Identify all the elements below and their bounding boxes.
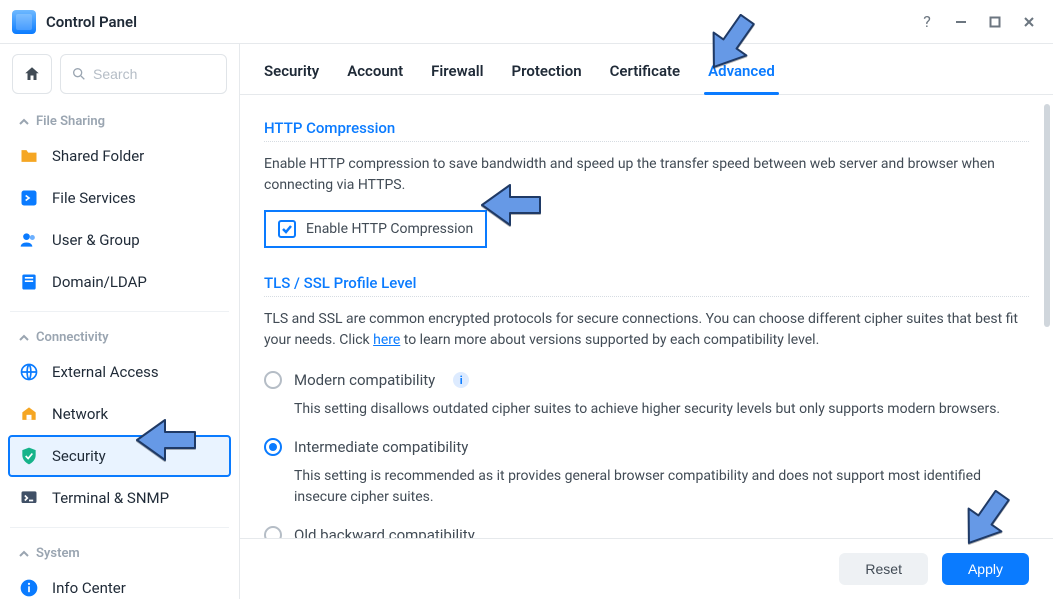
sidebar-item-label: Security — [52, 447, 106, 465]
sidebar-item-domain-ldap[interactable]: Domain/LDAP — [8, 261, 231, 303]
tab-account[interactable]: Account — [347, 62, 403, 94]
radio-intermediate-compatibility[interactable] — [264, 438, 282, 456]
radio-old-compatibility[interactable] — [264, 526, 282, 538]
tab-security[interactable]: Security — [264, 62, 319, 94]
tabs: Security Account Firewall Protection Cer… — [240, 44, 1053, 95]
group-label: File Sharing — [36, 114, 105, 129]
content-scroll[interactable]: HTTP Compression Enable HTTP compression… — [240, 95, 1053, 538]
checkbox-label: Enable HTTP Compression — [306, 221, 473, 237]
reset-button[interactable]: Reset — [839, 553, 928, 585]
network-icon — [18, 403, 40, 425]
search-icon — [71, 66, 87, 82]
sidebar-item-label: Terminal & SNMP — [52, 489, 169, 507]
chevron-up-icon — [18, 116, 30, 128]
sidebar-item-label: Domain/LDAP — [52, 273, 147, 291]
domain-ldap-icon — [18, 271, 40, 293]
chevron-up-icon — [18, 548, 30, 560]
radio-label: Modern compatibility — [294, 371, 435, 389]
sidebar-item-label: External Access — [52, 363, 159, 381]
check-icon — [281, 223, 293, 235]
enable-http-compression-checkbox[interactable] — [278, 220, 296, 238]
group-label: Connectivity — [36, 330, 109, 345]
tab-firewall[interactable]: Firewall — [431, 62, 483, 94]
radio-row-intermediate: Intermediate compatibility — [264, 430, 1029, 464]
tls-description: TLS and SSL are common encrypted protoco… — [264, 309, 1029, 351]
sidebar-item-label: File Services — [52, 189, 136, 207]
annotation-arrow-security-item — [135, 410, 205, 484]
home-button[interactable] — [12, 54, 52, 94]
radio-desc-intermediate: This setting is recommended as it provid… — [264, 464, 1029, 518]
annotation-arrow-apply-button — [955, 490, 1025, 564]
group-file-sharing[interactable]: File Sharing — [8, 104, 231, 135]
info-icon — [18, 577, 40, 599]
sidebar-item-user-group[interactable]: User & Group — [8, 219, 231, 261]
radio-label: Intermediate compatibility — [294, 438, 468, 456]
radio-row-old: Old backward compatibility — [264, 518, 1029, 538]
folder-icon — [18, 145, 40, 167]
group-system[interactable]: System — [8, 536, 231, 567]
http-description: Enable HTTP compression to save bandwidt… — [264, 154, 1029, 196]
sidebar-item-info-center[interactable]: Info Center — [8, 567, 231, 599]
sidebar: File Sharing Shared Folder File Services… — [0, 44, 240, 599]
footer: Reset Apply — [240, 538, 1053, 599]
terminal-icon — [18, 487, 40, 509]
annotation-arrow-advanced-tab — [700, 14, 770, 88]
section-title-tls: TLS / SSL Profile Level — [264, 274, 1029, 292]
scrollbar[interactable] — [1044, 104, 1050, 509]
file-services-icon — [18, 187, 40, 209]
app-icon — [12, 10, 36, 34]
section-title-http: HTTP Compression — [264, 119, 1029, 137]
chevron-up-icon — [18, 332, 30, 344]
radio-desc-modern: This setting disallows outdated cipher s… — [264, 397, 1029, 430]
sidebar-item-shared-folder[interactable]: Shared Folder — [8, 135, 231, 177]
sidebar-item-external-access[interactable]: External Access — [8, 351, 231, 393]
sidebar-item-file-services[interactable]: File Services — [8, 177, 231, 219]
radio-modern-compatibility[interactable] — [264, 371, 282, 389]
info-icon[interactable]: i — [453, 372, 469, 388]
globe-icon — [18, 361, 40, 383]
sidebar-item-label: Network — [52, 405, 108, 423]
enable-http-compression-row: Enable HTTP Compression — [264, 210, 487, 248]
group-connectivity[interactable]: Connectivity — [8, 320, 231, 351]
search-input-wrapper[interactable] — [60, 54, 227, 94]
titlebar: Control Panel ? — [0, 0, 1053, 44]
main-panel: Security Account Firewall Protection Cer… — [240, 44, 1053, 599]
group-label: System — [36, 546, 80, 561]
tab-protection[interactable]: Protection — [512, 62, 582, 94]
close-icon[interactable] — [1017, 10, 1041, 34]
radio-row-modern: Modern compatibility i — [264, 363, 1029, 397]
shield-icon — [18, 445, 40, 467]
minimize-icon[interactable] — [949, 10, 973, 34]
help-icon[interactable]: ? — [915, 10, 939, 34]
user-group-icon — [18, 229, 40, 251]
sidebar-item-label: User & Group — [52, 231, 140, 249]
radio-label: Old backward compatibility — [294, 526, 475, 538]
tab-certificate[interactable]: Certificate — [610, 62, 681, 94]
sidebar-item-label: Info Center — [52, 579, 126, 597]
maximize-icon[interactable] — [983, 10, 1007, 34]
sidebar-item-label: Shared Folder — [52, 147, 144, 165]
tls-learn-more-link[interactable]: here — [373, 332, 400, 348]
search-input[interactable] — [93, 66, 216, 82]
annotation-arrow-http-checkbox — [480, 175, 550, 249]
window-title: Control Panel — [46, 13, 137, 31]
